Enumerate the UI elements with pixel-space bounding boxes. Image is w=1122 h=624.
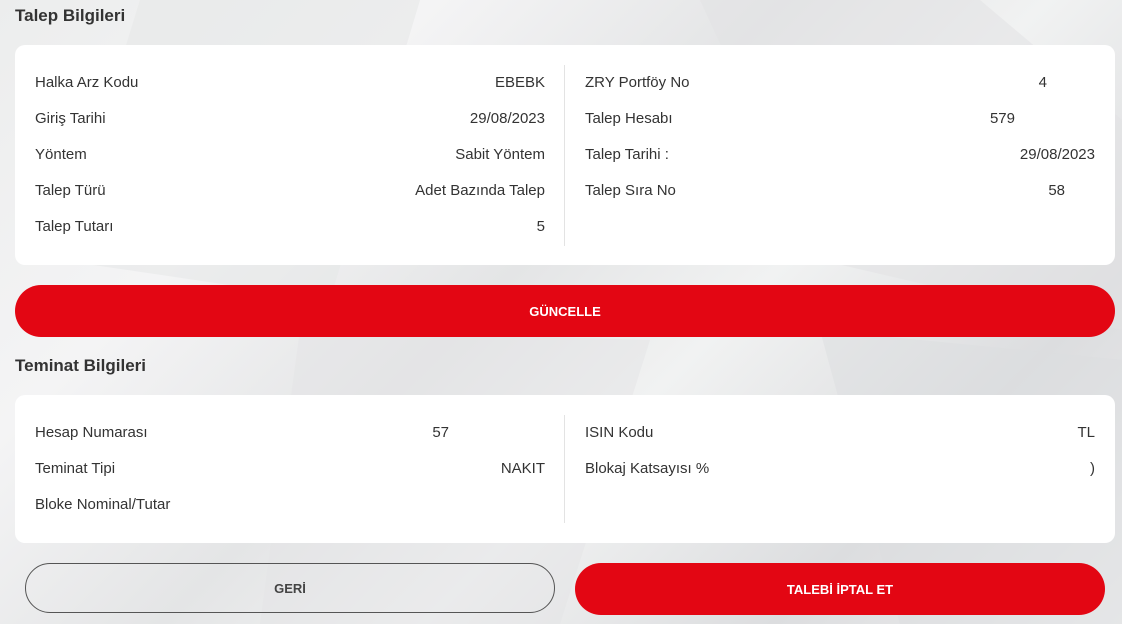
field-label: Talep Tarihi : [585, 146, 669, 163]
field-value: Sabit Yöntem [455, 146, 545, 163]
field-value: Adet Bazında Talep [415, 182, 545, 199]
field-halka-arz-kodu: Halka Arz Kodu EBEBK [35, 73, 545, 93]
field-zry-portfoy-no: ZRY Portföy No 4 [585, 73, 1095, 93]
field-value: ) [1090, 460, 1095, 477]
section-title-teminat: Teminat Bilgileri [15, 356, 146, 375]
field-isin-kodu: ISIN Kodu TL [585, 423, 1095, 443]
column-divider [564, 65, 565, 246]
field-label: Talep Sıra No [585, 182, 676, 199]
field-value: 58 [1048, 182, 1065, 199]
field-value: 57 [432, 424, 449, 441]
field-value: 5 [536, 218, 545, 235]
field-teminat-tipi: Teminat Tipi NAKIT [35, 459, 545, 479]
field-yontem: Yöntem Sabit Yöntem [35, 145, 545, 165]
field-label: Talep Tutarı [35, 218, 114, 235]
field-blokaj-katsayisi: Blokaj Katsayısı % ) [585, 459, 1095, 479]
back-button[interactable]: GERİ [25, 563, 555, 613]
field-value: TL [1077, 424, 1095, 441]
field-value: 4 [1038, 74, 1047, 91]
field-label: Yöntem [35, 146, 87, 163]
field-label: Hesap Numarası [35, 424, 148, 441]
field-label: ZRY Portföy No [585, 74, 690, 91]
field-label: Blokaj Katsayısı % [585, 460, 710, 477]
teminat-card: Hesap Numarası 57 Teminat Tipi NAKIT Blo… [15, 395, 1115, 543]
section-title-talep: Talep Bilgileri [15, 6, 126, 25]
field-label: Talep Türü [35, 182, 106, 199]
field-value: 579 [989, 110, 1015, 127]
field-value: 29/08/2023 [469, 110, 545, 127]
field-label: ISIN Kodu [585, 424, 654, 441]
field-value: 29/08/2023 [1019, 146, 1095, 163]
cancel-request-button[interactable]: TALEBİ İPTAL ET [575, 563, 1105, 615]
field-value: NAKIT [500, 460, 545, 477]
update-button[interactable]: GÜNCELLE [15, 285, 1115, 337]
field-hesap-numarasi: Hesap Numarası 57 [35, 423, 545, 443]
field-talep-tutari: Talep Tutarı 5 [35, 217, 545, 237]
field-giris-tarihi: Giriş Tarihi 29/08/2023 [35, 109, 545, 129]
field-talep-hesabi: Talep Hesabı 579 [585, 109, 1095, 129]
field-label: Giriş Tarihi [35, 110, 106, 127]
talep-card: Halka Arz Kodu EBEBK Giriş Tarihi 29/08/… [15, 45, 1115, 265]
field-value: EBEBK [494, 74, 545, 91]
field-bloke-nominal-tutar: Bloke Nominal/Tutar [35, 495, 545, 515]
field-label: Talep Hesabı [585, 110, 673, 127]
field-talep-turu: Talep Türü Adet Bazında Talep [35, 181, 545, 201]
field-talep-sira-no: Talep Sıra No 58 [585, 181, 1095, 201]
field-talep-tarihi: Talep Tarihi : 29/08/2023 [585, 145, 1095, 165]
field-label: Teminat Tipi [35, 460, 116, 477]
column-divider [564, 415, 565, 523]
field-label: Bloke Nominal/Tutar [35, 496, 171, 513]
field-label: Halka Arz Kodu [35, 74, 139, 91]
